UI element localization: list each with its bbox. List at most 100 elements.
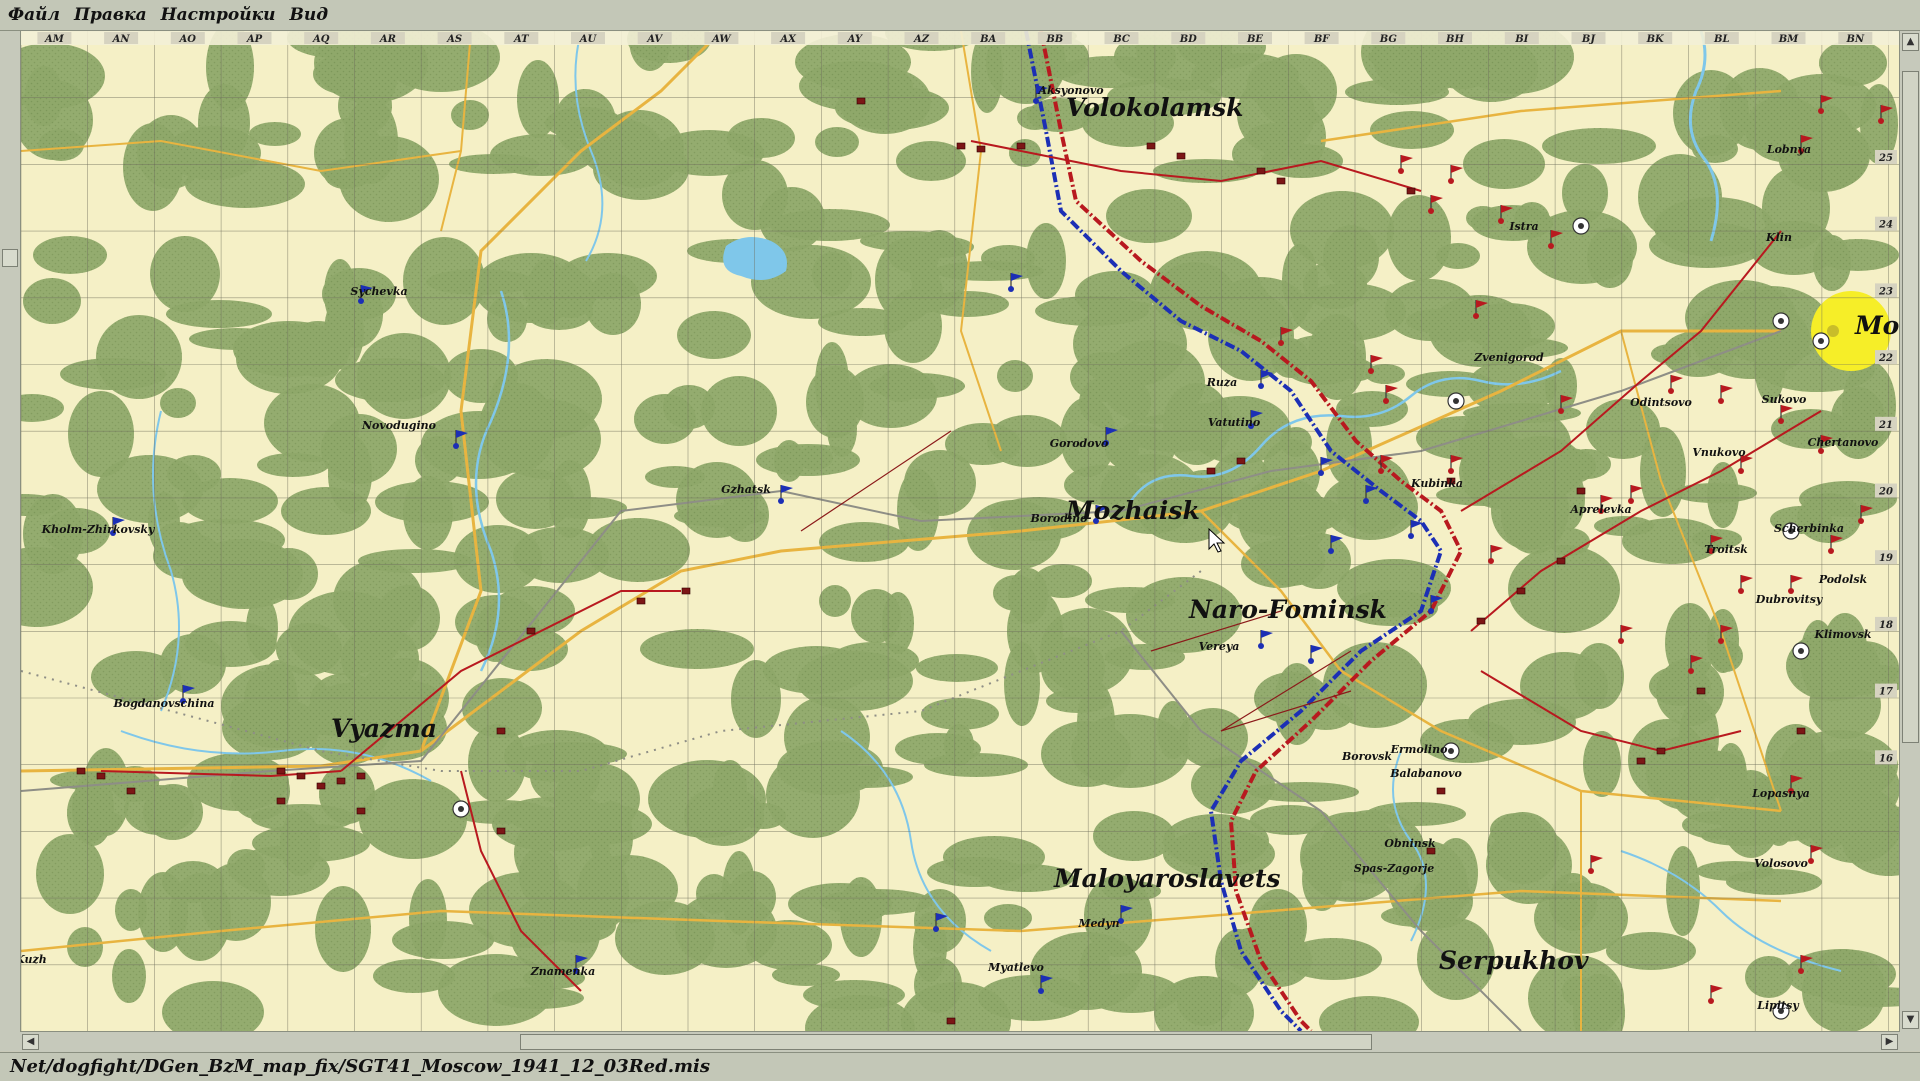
airfield-icon [1447,392,1465,410]
red-unit-icon [856,97,866,105]
grid-column-label: BN [1846,34,1865,45]
grid-column-label: AV [646,34,663,45]
red-unit-icon [526,627,536,635]
city-label: Volokolamsk [1066,93,1244,122]
grid-row-label: 16 [1879,753,1893,764]
grid-column-label: BF [1313,34,1330,45]
city-label: Vyazma [331,714,437,743]
horizontal-scroll-thumb[interactable] [520,1034,1372,1050]
grid-column-label: BG [1379,34,1398,45]
town-label: Znamenka [530,965,596,978]
city-label: Maloyaroslavets [1053,864,1280,893]
red-unit-icon [1576,487,1586,495]
map-window: Aksyonovo Sychevka Novodugino Gzhatsk Kholm-… [0,31,1920,1052]
grid-row-label: 17 [1879,687,1893,698]
city-label: Naro-Fominsk [1188,595,1387,624]
town-label: Myatlevo [987,961,1044,974]
scroll-right-arrow-icon[interactable]: ▶ [1881,1034,1898,1050]
red-unit-icon [356,807,366,815]
red-unit-icon [1206,467,1216,475]
grid-column-label: BA [979,34,996,45]
red-unit-icon [76,767,86,775]
town-label: Vatutino [1208,416,1260,429]
red-unit-icon [1796,727,1806,735]
menu-view[interactable]: Вид [281,5,334,25]
airfield-icon [1812,332,1830,350]
grid-column-label: BB [1045,34,1063,45]
grid-column-label: AR [379,34,396,45]
town-label: Kholm-Zhirkovsky [41,523,156,536]
city-label: Serpukhov [1439,946,1589,975]
town-label: Vereya [1199,640,1240,653]
red-unit-icon [1696,687,1706,695]
red-unit-icon [1436,787,1446,795]
grid-column-label: AQ [312,34,330,45]
airfield-icon [1792,642,1810,660]
scroll-left-arrow-icon[interactable]: ◀ [22,1034,39,1050]
town-label: Klimovsk [1813,628,1871,641]
town-label: Gzhatsk [721,483,771,496]
airfield-icon [1572,217,1590,235]
airfield-icon [452,800,470,818]
town-label: Medyn [1077,917,1119,930]
grid-column-label: AT [513,34,530,45]
red-unit-icon [1406,187,1416,195]
town-label: Odintsovo [1630,396,1692,409]
town-label: Scherbinka [1774,522,1844,535]
mission-map[interactable]: Aksyonovo Sychevka Novodugino Gzhatsk Kholm-… [21,31,1899,1031]
grid-row-label: 20 [1878,487,1893,498]
red-unit-icon [946,1017,956,1025]
town-label: Gorodovo [1050,437,1109,450]
grid-column-label: AX [779,34,797,45]
red-unit-icon [976,145,986,153]
menu-bar: Файл Правка Настройки Вид [0,0,1920,31]
grid-row-label: 23 [1878,286,1893,297]
red-unit-icon [316,782,326,790]
vertical-scroll-thumb[interactable] [1902,71,1919,743]
red-unit-icon [956,142,966,150]
town-label: Lobnya [1766,143,1811,156]
town-label: Podolsk [1818,573,1868,586]
town-label: Bogdanovschina [112,697,214,710]
town-label: Vnukovo [1692,446,1745,459]
horizontal-scrollbar[interactable]: ◀ ▶ [20,1031,1900,1052]
town-label: Lopasnya [1751,787,1810,800]
town-label: Balabanovo [1389,767,1462,780]
red-unit-icon [1476,617,1486,625]
menu-file[interactable]: Файл [0,5,66,25]
town-label: Kubinka [1410,477,1463,490]
grid-row-label: 24 [1878,220,1893,231]
menu-edit[interactable]: Правка [66,5,153,25]
red-unit-icon [1256,167,1266,175]
grid-column-label: BL [1713,34,1729,45]
menu-settings[interactable]: Настройки [153,5,282,25]
red-unit-icon [126,787,136,795]
town-label: Ermolino [1390,743,1448,756]
left-scroll-thumb[interactable] [2,249,18,267]
grid-column-label: AS [446,34,462,45]
left-scroll-strip[interactable] [0,31,21,1051]
grid-column-label: BK [1646,34,1665,45]
scroll-up-arrow-icon[interactable]: ▲ [1902,33,1919,51]
town-label: Novodugino [361,419,436,432]
town-label: Ruza [1206,376,1238,389]
town-label: Volosovo [1754,857,1808,870]
red-unit-icon [276,767,286,775]
red-unit-icon [296,772,306,780]
grid-column-header: AM AN AO AP AQ AR AS AT AU AV AW AX AY AZ BA BB BC BD BE BF… [21,31,1899,45]
mission-file-path: Net/dogfight/DGen_BzM_map_fix/SGT41_Mosc… [10,1056,711,1077]
airfield-icon [1772,312,1790,330]
town-label: Aprelevka [1569,503,1631,516]
grid-column-label: AU [579,34,598,45]
red-unit-icon [96,772,106,780]
red-unit-icon [636,597,646,605]
grid-row-label: 18 [1879,620,1893,631]
city-label: Mo [1854,311,1899,340]
red-unit-icon [1146,142,1156,150]
grid-column-label: AZ [913,34,930,45]
vertical-scrollbar[interactable]: ▲ ▼ [1899,31,1920,1051]
grid-column-label: AM [44,34,65,45]
scroll-down-arrow-icon[interactable]: ▼ [1902,1011,1919,1029]
grid-column-label: BJ [1581,34,1596,45]
town-label: Sukovo [1762,393,1807,406]
